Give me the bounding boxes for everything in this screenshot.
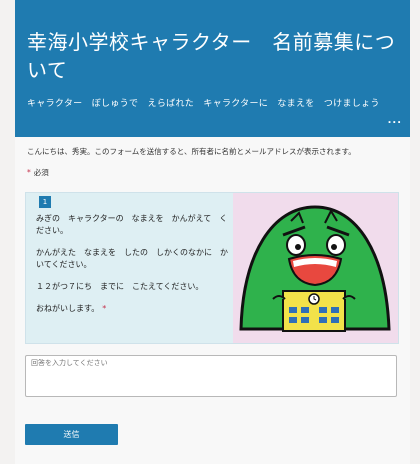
question-line-2: かんがえた なまえを したの しかくのなかに かいてください。 [36, 248, 228, 269]
required-star: * [27, 168, 31, 177]
required-label: 必須 [33, 168, 49, 177]
question-line-4-text: おねがいします。 [36, 304, 100, 313]
form-header: 幸海小学校キャラクター 名前募集について キャラクター ぼしゅうで えらばれた … [15, 0, 410, 137]
form-subtitle: キャラクター ぼしゅうで えらばれた キャラクターに なまえを つけましょう [27, 99, 380, 109]
intro-text: こんにちは、秀実。このフォームを送信すると、所有者に名前とメールアドレスが表示さ… [27, 147, 356, 156]
answer-textbox[interactable] [25, 355, 397, 397]
question-text: みぎの キャラクターの なまえを かんがえて ください。 かんがえた なまえを … [36, 213, 231, 325]
question-required-star: * [102, 304, 107, 313]
submit-button[interactable]: 送信 [25, 424, 118, 445]
answer-input[interactable] [31, 359, 391, 367]
more-options-button[interactable]: ... [388, 115, 402, 126]
question-line-3: １２がつ７にち までに こたえてください。 [36, 282, 204, 291]
question-line-1: みぎの キャラクターの なまえを かんがえて ください。 [36, 214, 228, 235]
mascot-character-icon [233, 193, 398, 343]
mascot-image [233, 193, 398, 343]
required-note: * 必須 [27, 167, 49, 178]
form-title: 幸海小学校キャラクター 名前募集について [27, 30, 396, 82]
question-card: 1 みぎの キャラクターの なまえを かんがえて ください。 かんがえた なまえ… [25, 192, 399, 344]
form-body: こんにちは、秀実。このフォームを送信すると、所有者に名前とメールアドレスが表示さ… [15, 137, 410, 464]
question-line-4: おねがいします。 * [36, 303, 231, 315]
question-number: 1 [39, 196, 51, 208]
